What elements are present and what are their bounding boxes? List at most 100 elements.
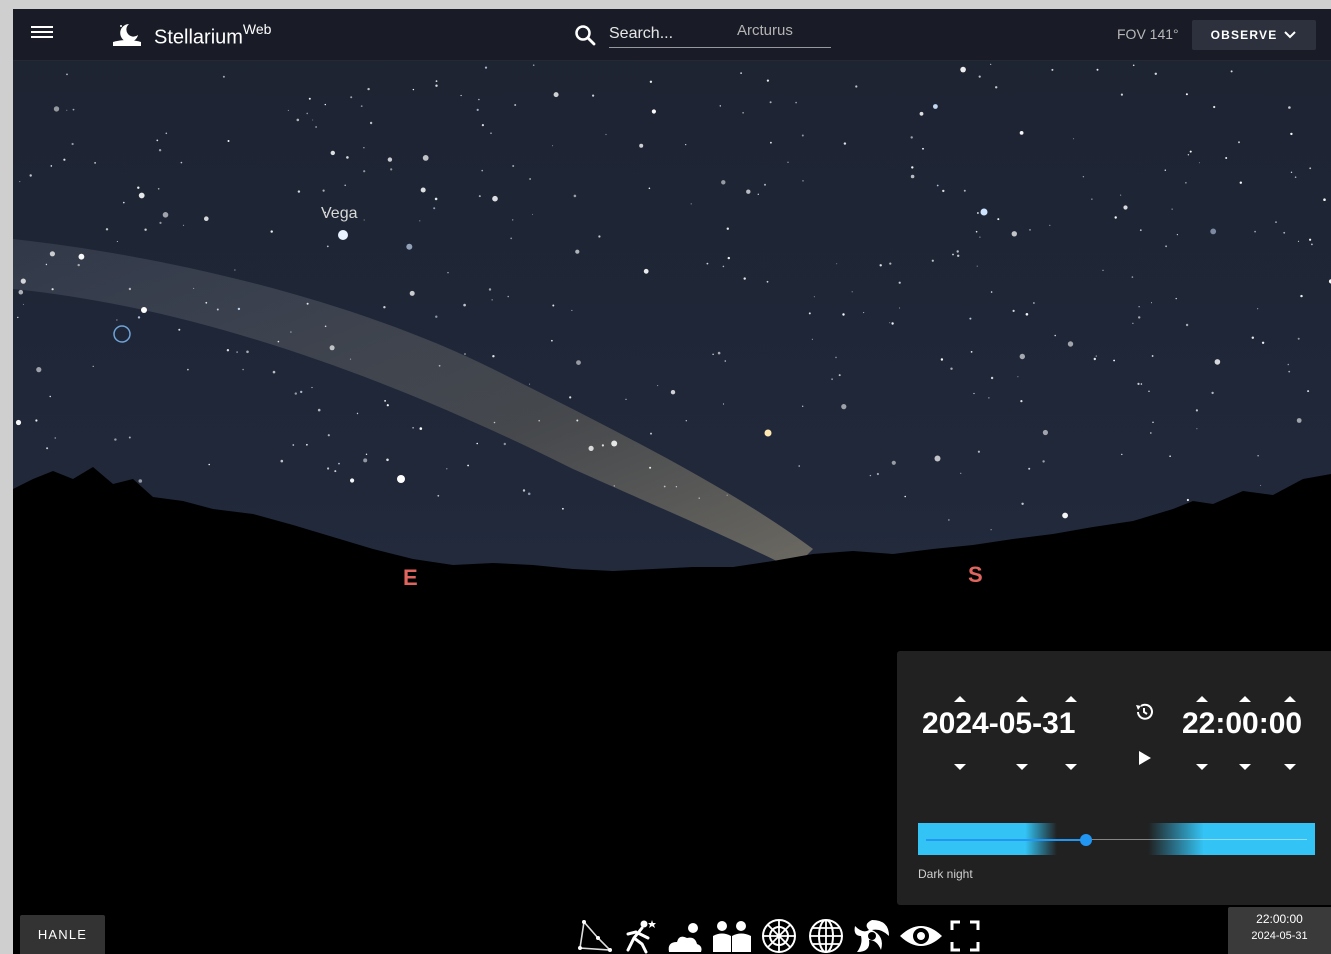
star bbox=[879, 264, 882, 267]
second-increment[interactable] bbox=[1284, 696, 1296, 702]
search-input[interactable] bbox=[609, 21, 831, 48]
star bbox=[390, 168, 393, 171]
menu-icon[interactable] bbox=[31, 23, 53, 41]
constellation-lines-icon[interactable] bbox=[576, 918, 616, 954]
star bbox=[246, 350, 249, 354]
star bbox=[1283, 231, 1286, 234]
month-decrement[interactable] bbox=[1016, 764, 1028, 770]
slider-track bbox=[1092, 839, 1307, 840]
star bbox=[889, 262, 892, 265]
star bbox=[721, 180, 726, 185]
deep-sky-objects-icon[interactable] bbox=[851, 918, 893, 954]
star bbox=[936, 184, 939, 187]
slider-thumb[interactable] bbox=[1080, 834, 1093, 846]
star-bright[interactable] bbox=[141, 307, 147, 313]
atmosphere-icon[interactable] bbox=[665, 918, 705, 954]
star bbox=[312, 119, 314, 121]
star bbox=[835, 356, 837, 359]
star bbox=[1297, 337, 1300, 340]
day-decrement[interactable] bbox=[1065, 764, 1077, 770]
star bbox=[940, 358, 944, 361]
star bbox=[529, 383, 531, 385]
star bbox=[1185, 323, 1189, 327]
star bbox=[931, 259, 934, 262]
month-increment[interactable] bbox=[1016, 696, 1028, 702]
star bbox=[1138, 316, 1141, 319]
star bbox=[1309, 238, 1312, 241]
date-value[interactable]: 2024-05-31 bbox=[922, 707, 1075, 741]
star bbox=[1261, 341, 1265, 344]
star bbox=[675, 486, 678, 488]
star bbox=[648, 187, 651, 190]
second-decrement[interactable] bbox=[1284, 764, 1296, 770]
star bbox=[527, 492, 531, 496]
star-bright[interactable] bbox=[980, 208, 988, 216]
time-value[interactable]: 22:00:00 bbox=[1182, 707, 1302, 741]
current-time-button[interactable]: 22:00:00 2024-05-31 bbox=[1228, 907, 1331, 954]
star bbox=[990, 529, 992, 531]
observe-button[interactable]: OBSERVE bbox=[1192, 20, 1316, 50]
star bbox=[769, 101, 772, 104]
constellation-art-icon[interactable] bbox=[620, 918, 660, 954]
star-label-vega[interactable]: Vega bbox=[321, 205, 357, 223]
star bbox=[128, 436, 131, 439]
star-vega[interactable] bbox=[338, 230, 348, 240]
location-button[interactable]: HANLE bbox=[20, 915, 105, 954]
star bbox=[363, 219, 365, 221]
star bbox=[690, 203, 692, 205]
day-increment[interactable] bbox=[1065, 696, 1077, 702]
star bbox=[334, 470, 337, 473]
star bbox=[1051, 68, 1054, 71]
star bbox=[510, 237, 513, 240]
minute-increment[interactable] bbox=[1239, 696, 1251, 702]
star bbox=[329, 345, 335, 351]
star bbox=[1196, 428, 1198, 430]
star bbox=[165, 132, 168, 135]
star bbox=[976, 265, 978, 267]
star bbox=[363, 458, 368, 463]
star bbox=[92, 365, 94, 367]
equatorial-grid-icon[interactable] bbox=[805, 918, 847, 954]
star bbox=[1214, 359, 1221, 365]
reset-time-icon[interactable] bbox=[1133, 701, 1155, 723]
star bbox=[306, 302, 309, 305]
star bbox=[1257, 455, 1259, 457]
star bbox=[1323, 198, 1326, 201]
star bbox=[532, 213, 533, 215]
year-decrement[interactable] bbox=[954, 764, 966, 770]
azimuthal-grid-icon[interactable] bbox=[758, 918, 800, 954]
play-icon[interactable] bbox=[1138, 750, 1152, 766]
star bbox=[36, 367, 42, 373]
star bbox=[988, 397, 990, 399]
night-mode-icon[interactable] bbox=[898, 918, 944, 954]
star bbox=[726, 227, 729, 230]
star-label-arcturus[interactable]: Arcturus bbox=[737, 22, 793, 39]
star bbox=[1132, 64, 1135, 67]
star bbox=[801, 134, 804, 137]
star bbox=[1186, 498, 1189, 502]
star bbox=[478, 98, 480, 101]
star bbox=[369, 121, 373, 125]
star bbox=[1290, 171, 1293, 173]
search-icon[interactable] bbox=[573, 23, 597, 47]
star bbox=[277, 340, 280, 343]
star bbox=[995, 86, 998, 89]
star-arcturus[interactable] bbox=[764, 429, 772, 437]
hour-increment[interactable] bbox=[1196, 696, 1208, 702]
star bbox=[1095, 355, 1098, 357]
star bbox=[226, 349, 230, 352]
landscape-icon[interactable] bbox=[711, 918, 755, 954]
star bbox=[116, 241, 118, 242]
star bbox=[973, 392, 975, 395]
time-of-day-slider[interactable] bbox=[918, 823, 1315, 855]
fullscreen-icon[interactable] bbox=[948, 918, 982, 954]
year-increment[interactable] bbox=[954, 696, 966, 702]
star bbox=[975, 230, 978, 233]
star bbox=[419, 220, 421, 222]
star-bright[interactable] bbox=[397, 475, 405, 483]
star bbox=[787, 161, 789, 163]
minute-decrement[interactable] bbox=[1239, 764, 1251, 770]
hour-decrement[interactable] bbox=[1196, 764, 1208, 770]
star bbox=[851, 291, 853, 293]
star bbox=[66, 73, 68, 76]
